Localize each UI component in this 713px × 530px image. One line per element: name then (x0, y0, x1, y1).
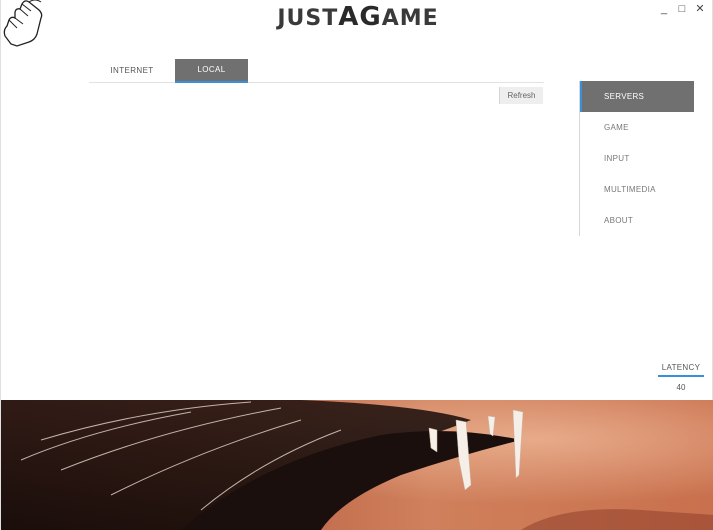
sidebar-item-input[interactable]: INPUT (580, 143, 694, 174)
server-source-tabs: INTERNET LOCAL (89, 59, 544, 83)
refresh-button[interactable]: Refresh (499, 87, 543, 104)
sidebar-nav: SERVERS GAME INPUT MULTIMEDIA ABOUT (579, 81, 694, 236)
launcher-window: JUSTAGAME _ □ ✕ INTERNET LOCAL Refresh S… (0, 0, 713, 530)
latency-value: 40 (676, 383, 686, 392)
sidebar-item-servers[interactable]: SERVERS (580, 81, 694, 112)
hand-pointer-icon (1, 0, 49, 50)
latency-indicator: LATENCY 40 (658, 363, 704, 392)
sidebar-item-multimedia[interactable]: MULTIMEDIA (580, 174, 694, 205)
app-logo: JUSTAGAME (277, 2, 439, 32)
sidebar-item-game[interactable]: GAME (580, 112, 694, 143)
latency-label: LATENCY (658, 363, 704, 377)
window-controls: _ □ ✕ (658, 2, 706, 16)
close-button[interactable]: ✕ (694, 2, 706, 16)
minimize-button[interactable]: _ (658, 2, 670, 16)
tab-local[interactable]: LOCAL (175, 59, 248, 83)
hero-artwork (1, 400, 713, 530)
tab-internet[interactable]: INTERNET (89, 59, 175, 83)
maximize-button[interactable]: □ (676, 2, 688, 16)
sidebar-item-about[interactable]: ABOUT (580, 205, 694, 236)
